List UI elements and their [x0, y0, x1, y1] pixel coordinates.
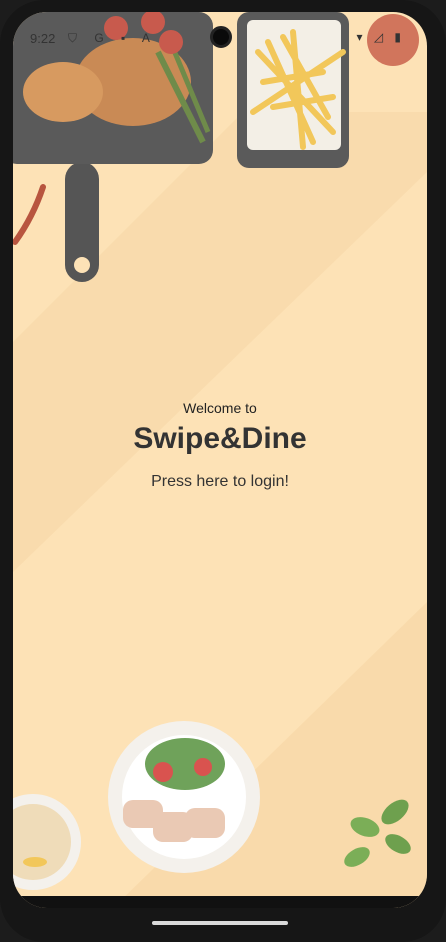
system-icons: ▾ ◿ ▮: [356, 30, 405, 44]
welcome-label: Welcome to: [183, 400, 257, 416]
welcome-content: Welcome to Swipe&Dine Press here to logi…: [13, 12, 427, 908]
navigation-bar: [13, 896, 427, 908]
status-time: 9:22: [30, 31, 56, 46]
home-gesture-handle[interactable]: [152, 921, 288, 925]
login-link[interactable]: Press here to login!: [13, 473, 427, 491]
app-screen: 9:22 ⛉ G ▪ A ▾ ◿ ▮ Welcome to Swipe&Dine…: [13, 12, 427, 908]
front-camera: [210, 26, 232, 48]
notification-icons: ⛉ G ▪ A: [68, 31, 157, 45]
app-title: Swipe&Dine: [133, 422, 307, 455]
phone-frame: 9:22 ⛉ G ▪ A ▾ ◿ ▮ Welcome to Swipe&Dine…: [0, 0, 446, 942]
